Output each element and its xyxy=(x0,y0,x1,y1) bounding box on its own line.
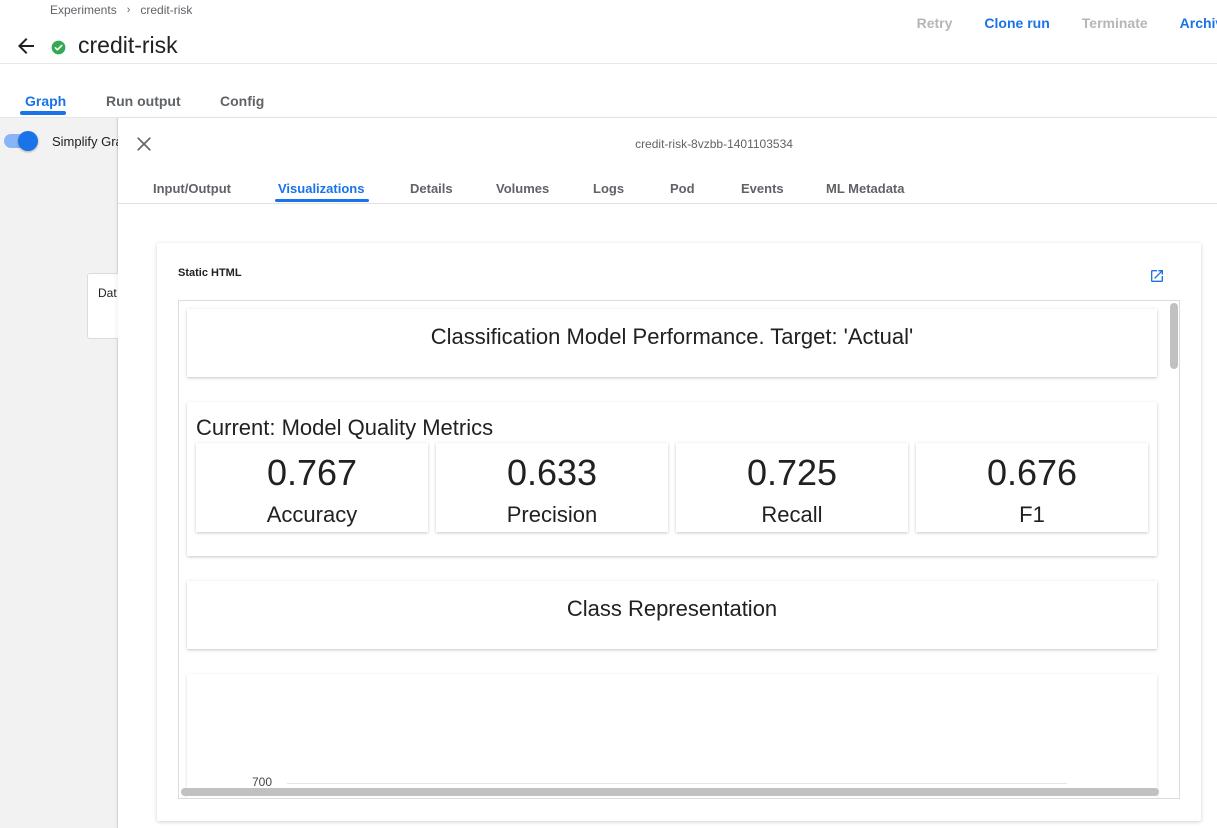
toolbar-actions: Retry Clone run Terminate Archive xyxy=(901,15,1217,31)
chart-gridline xyxy=(287,783,1067,784)
tab-config[interactable]: Config xyxy=(220,93,264,109)
tab-events[interactable]: Events xyxy=(741,181,784,196)
archive-button[interactable]: Archive xyxy=(1164,15,1217,31)
metric-card-f1: 0.676 F1 xyxy=(916,443,1148,532)
panel-title: credit-risk-8vzbb-1401103534 xyxy=(635,137,793,151)
graph-node-label: Dat xyxy=(98,286,117,300)
metric-value: 0.767 xyxy=(266,452,358,493)
page-title: credit-risk xyxy=(78,32,178,58)
metrics-heading: Current: Model Quality Metrics xyxy=(196,415,494,440)
vertical-scrollbar[interactable] xyxy=(1170,303,1178,369)
metric-card-accuracy: 0.767 Accuracy xyxy=(196,443,428,532)
metrics-block: Current: Model Quality Metrics 0.767 Acc… xyxy=(187,402,1157,556)
metric-card-recall: 0.725 Recall xyxy=(676,443,908,532)
open-in-new-icon[interactable] xyxy=(1149,268,1165,284)
breadcrumb-experiments[interactable]: Experiments xyxy=(50,3,117,17)
breadcrumb: Experiments › credit-risk xyxy=(50,3,192,17)
tab-pod[interactable]: Pod xyxy=(670,181,695,196)
tab-details[interactable]: Details xyxy=(410,181,453,196)
report-title-block: Classification Model Performance. Target… xyxy=(187,309,1157,377)
class-representation-block: Class Representation xyxy=(187,581,1157,649)
class-representation-title: Class Representation xyxy=(566,596,778,621)
report-title: Classification Model Performance. Target… xyxy=(430,324,914,349)
active-tab-indicator xyxy=(20,111,66,115)
metric-value: 0.633 xyxy=(506,452,598,493)
tab-visualizations[interactable]: Visualizations xyxy=(278,181,364,196)
metric-card-precision: 0.633 Precision xyxy=(436,443,668,532)
node-details-panel: credit-risk-8vzbb-1401103534 Input/Outpu… xyxy=(118,118,1217,828)
top-bar: Experiments › credit-risk credit-risk Re… xyxy=(0,0,1217,64)
metric-label: Recall xyxy=(761,502,823,527)
visualization-type-label: Static HTML xyxy=(178,267,242,279)
tab-input-output[interactable]: Input/Output xyxy=(153,181,231,196)
metric-value: 0.676 xyxy=(986,452,1078,493)
metric-label: F1 xyxy=(1019,502,1045,527)
tab-volumes[interactable]: Volumes xyxy=(496,181,549,196)
visualization-card: Static HTML Classification Model Perform… xyxy=(157,243,1201,821)
arrow-back-icon[interactable] xyxy=(14,34,38,58)
active-panel-tab-indicator xyxy=(275,199,369,202)
static-html-frame[interactable]: Classification Model Performance. Target… xyxy=(178,300,1180,799)
graph-canvas[interactable]: Simplify Graph Dat xyxy=(0,118,137,828)
tab-ml-metadata[interactable]: ML Metadata xyxy=(826,181,905,196)
clone-run-button[interactable]: Clone run xyxy=(968,15,1065,31)
main-tabs: Graph Run output Config xyxy=(0,64,1217,118)
breadcrumb-credit-risk[interactable]: credit-risk xyxy=(140,3,192,17)
tab-graph[interactable]: Graph xyxy=(25,93,66,109)
metric-label: Accuracy xyxy=(266,502,358,527)
terminate-button[interactable]: Terminate xyxy=(1066,15,1164,31)
tab-run-output[interactable]: Run output xyxy=(106,93,181,109)
tab-logs[interactable]: Logs xyxy=(593,181,624,196)
metric-value: 0.725 xyxy=(746,452,838,493)
retry-button[interactable]: Retry xyxy=(901,15,969,31)
check-circle-icon xyxy=(51,40,66,55)
class-representation-chart: 700 xyxy=(187,674,1157,798)
simplify-graph-toggle[interactable] xyxy=(4,131,38,151)
metric-label: Precision xyxy=(506,502,598,527)
horizontal-scrollbar[interactable] xyxy=(181,788,1159,796)
breadcrumb-separator: › xyxy=(126,4,131,16)
y-tick-label: 700 xyxy=(252,775,273,789)
